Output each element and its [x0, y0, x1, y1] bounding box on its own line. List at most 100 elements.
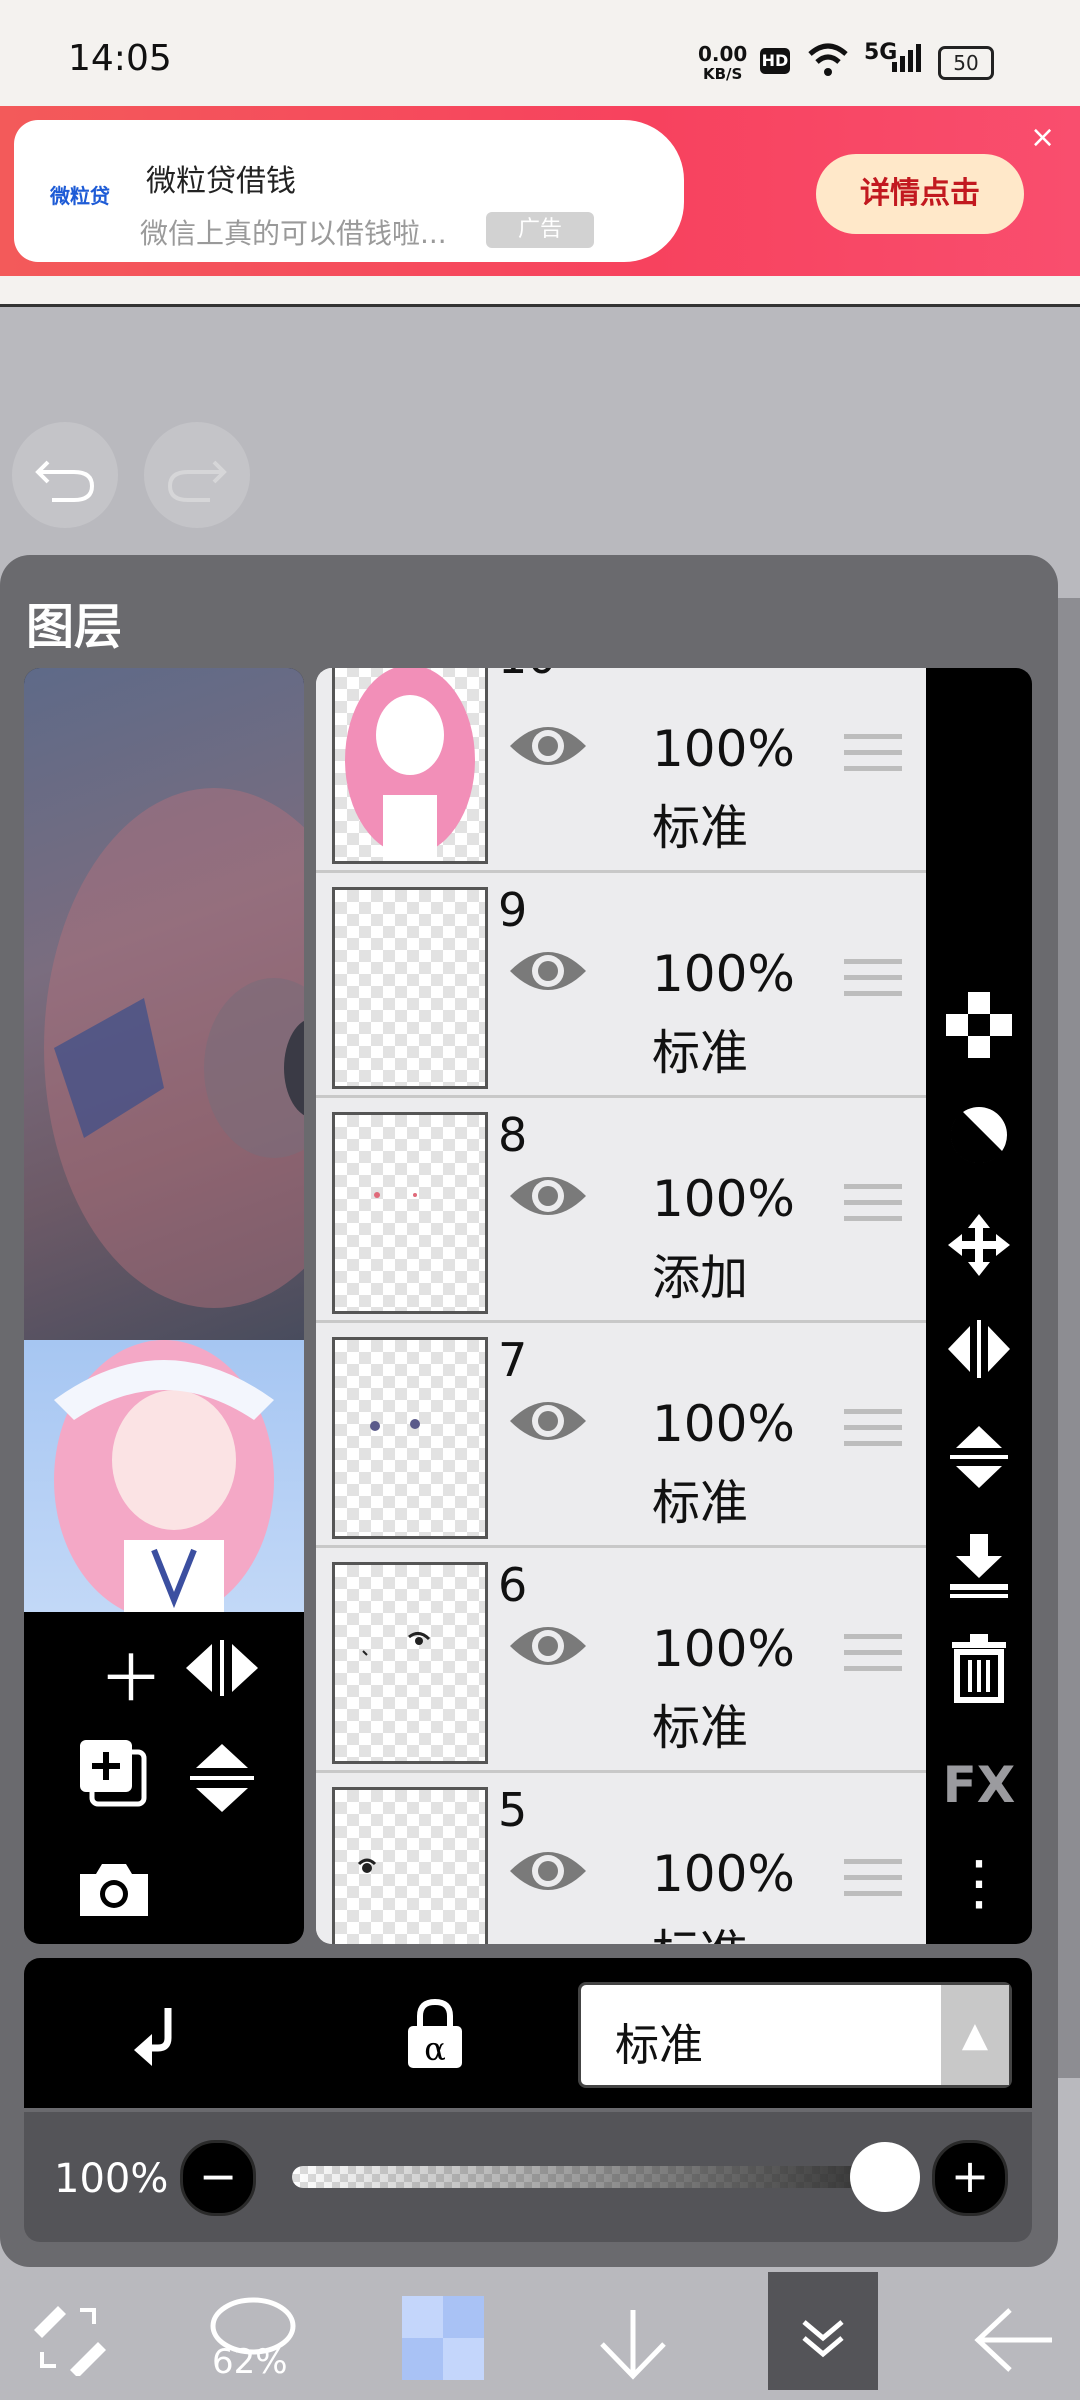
more-icon[interactable]: ⋮	[926, 1848, 1032, 1918]
trash-icon[interactable]	[950, 1634, 1008, 1704]
layer-list[interactable]: 10 100% 标准 9 100% 标准 8 100% 添加 7 100% 标准…	[316, 668, 926, 1944]
ad-banner[interactable]: 微粒贷 微粒贷借钱 微信上真的可以借钱啦... 广告 详情点击 ×	[0, 106, 1080, 276]
layer-row[interactable]: 9 100% 标准	[316, 873, 926, 1098]
ad-logo: 微粒贷	[50, 184, 110, 208]
opacity-bar: 100% − +	[24, 2112, 1032, 2242]
layer-opacity: 100%	[652, 1845, 795, 1903]
app-top-bar	[0, 276, 1080, 307]
drag-handle-icon[interactable]	[844, 734, 902, 782]
opacity-value: 100%	[54, 2156, 169, 2202]
ad-card[interactable]: 微粒贷 微粒贷借钱 微信上真的可以借钱啦... 广告	[14, 120, 684, 262]
opacity-plus-button[interactable]: +	[932, 2140, 1008, 2216]
battery-icon: 50	[938, 46, 994, 80]
brush-eraser-swap-icon[interactable]	[28, 2300, 108, 2376]
layer-number: 8	[498, 1108, 528, 1162]
wifi-icon	[808, 43, 848, 76]
drag-handle-icon[interactable]	[844, 959, 902, 1007]
layer-thumbnail	[332, 1337, 488, 1539]
opacity-slider[interactable]	[292, 2166, 912, 2188]
redo-button[interactable]	[144, 422, 250, 528]
drag-handle-icon[interactable]	[844, 1634, 902, 1682]
back-arrow-icon[interactable]	[972, 2306, 1056, 2374]
opacity-minus-button[interactable]: −	[180, 2140, 256, 2216]
eye-icon[interactable]	[508, 1616, 588, 1676]
layer-number: 9	[498, 883, 528, 937]
layer-thumbnail-art	[357, 1858, 377, 1873]
layer-preview-column: ＋	[24, 668, 304, 1944]
panel-title: 图层	[26, 599, 123, 655]
undo-button[interactable]	[12, 422, 118, 528]
fx-button[interactable]: FX	[926, 1756, 1032, 1814]
clock: 14:05	[68, 38, 172, 79]
svg-text:α: α	[424, 2030, 446, 2068]
merge-down-icon[interactable]	[946, 1530, 1012, 1600]
camera-icon[interactable]	[74, 1858, 154, 1922]
ad-subtitle: 微信上真的可以借钱啦...	[140, 217, 447, 250]
layer-opacity: 100%	[652, 720, 795, 778]
bottom-toolbar: 62%	[0, 2270, 1080, 2400]
layer-thumbnail	[332, 1562, 488, 1764]
canvas-preview	[24, 668, 304, 1340]
layer-row[interactable]: 7 100% 标准	[316, 1323, 926, 1548]
close-icon[interactable]: ×	[1030, 120, 1055, 155]
layer-opacity: 100%	[652, 1620, 795, 1678]
ad-title: 微粒贷借钱	[146, 164, 296, 199]
blend-mode-select[interactable]: 标准 ▲	[578, 1982, 1012, 2088]
ad-tag: 广告	[486, 212, 594, 248]
undo-icon	[35, 460, 95, 502]
eye-icon[interactable]	[508, 716, 588, 776]
layer-row[interactable]: 10 100% 标准	[316, 668, 926, 873]
status-bar: 14:05 0.00 KB/S HD 5G 50	[0, 0, 1080, 110]
redo-icon	[167, 460, 227, 502]
layer-blend-mode: 添加	[652, 1250, 749, 1306]
eye-icon[interactable]	[508, 1166, 588, 1226]
clip-arrow-icon[interactable]	[128, 2004, 190, 2070]
layer-blend-mode: 标准	[652, 1475, 749, 1531]
layer-thumbnail-art	[362, 1632, 431, 1656]
add-layer-icon[interactable]: ＋	[86, 1628, 176, 1720]
checker-transparency-icon[interactable]	[946, 992, 1012, 1058]
net-speed: 0.00 KB/S	[698, 42, 748, 83]
chevron-up-icon[interactable]: ▲	[941, 1985, 1009, 2085]
layer-blend-mode: 标准	[652, 800, 749, 856]
drag-handle-icon[interactable]	[844, 1409, 902, 1457]
eye-icon[interactable]	[508, 1841, 588, 1901]
flip-vertical-icon[interactable]	[946, 1422, 1012, 1492]
drag-handle-icon[interactable]	[844, 1859, 902, 1907]
move-icon[interactable]	[944, 1210, 1014, 1280]
layers-toggle-button[interactable]	[768, 2272, 878, 2390]
duplicate-layer-icon[interactable]	[76, 1736, 156, 1816]
layer-blend-mode: 标准	[652, 1025, 749, 1081]
layer-number: 10	[498, 668, 557, 684]
layer-thumbnail	[332, 1787, 488, 1944]
layer-opacity: 100%	[652, 1170, 795, 1228]
eye-icon[interactable]	[508, 1391, 588, 1451]
layer-tools: FX ⋮	[926, 668, 1032, 1944]
layer-number: 6	[498, 1558, 528, 1612]
layer-opacity: 100%	[652, 1395, 795, 1453]
arrow-down-icon[interactable]	[596, 2306, 670, 2382]
drag-handle-icon[interactable]	[844, 1184, 902, 1232]
blend-mode-value: 标准	[615, 2020, 703, 2071]
canvas-thumbnail[interactable]	[24, 1340, 304, 1620]
color-swatch-texture	[402, 2296, 484, 2380]
layer-thumbnail-art	[345, 668, 475, 861]
slider-knob[interactable]	[850, 2142, 920, 2212]
layer-row[interactable]: 6 100% 标准	[316, 1548, 926, 1773]
flip-horizontal-icon[interactable]	[944, 1318, 1014, 1380]
layer-row[interactable]: 5 100% 标准	[316, 1773, 926, 1944]
layer-blend-mode: 标准	[652, 1700, 749, 1756]
layer-blend-mode: 标准	[652, 1913, 748, 1944]
flip-vertical-icon[interactable]	[182, 1740, 262, 1816]
flip-horizontal-icon[interactable]	[182, 1636, 262, 1700]
color-swatch[interactable]	[402, 2296, 484, 2380]
eye-icon[interactable]	[508, 941, 588, 1001]
clipping-mask-icon[interactable]	[946, 1102, 1012, 1168]
canvas-preview-art	[44, 788, 304, 1308]
double-chevron-down-icon	[802, 2320, 844, 2358]
layer-row[interactable]: 8 100% 添加	[316, 1098, 926, 1323]
alpha-lock-icon[interactable]: α	[406, 1998, 464, 2070]
thumbnail-art	[54, 1340, 274, 1620]
ad-cta-button[interactable]: 详情点击	[816, 154, 1024, 234]
layer-thumbnail	[332, 1112, 488, 1314]
